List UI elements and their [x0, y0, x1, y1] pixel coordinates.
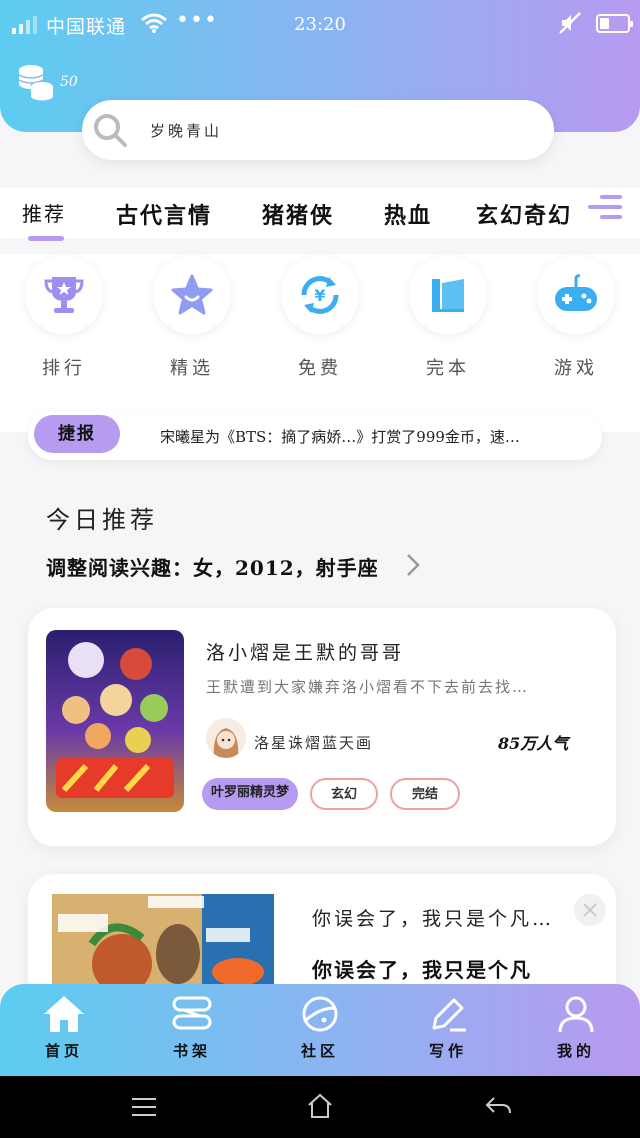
shortcut-label: 免费 — [298, 358, 342, 379]
shortcut-ranking[interactable]: 排行 — [24, 256, 104, 380]
svg-text:¥: ¥ — [314, 286, 325, 305]
battery-icon — [596, 14, 633, 33]
nav-profile[interactable]: 我的 — [536, 994, 616, 1061]
nav-bookshelf[interactable]: 书架 — [152, 994, 232, 1061]
book-description: 王默遭到大家嫌弃洛小熠看不下去前去找… — [206, 678, 530, 696]
home-icon — [44, 996, 84, 1032]
mute-icon — [559, 12, 581, 34]
category-tabs: 推荐 古代言情 猪猪侠 热血 玄幻奇幻 — [0, 188, 640, 241]
nav-label: 我的 — [556, 1042, 595, 1060]
clock: 23:20 — [294, 14, 346, 35]
bookshelf-icon — [172, 996, 212, 1030]
book-icon — [432, 279, 464, 312]
shortcut-label: 精选 — [170, 358, 214, 379]
tab-fantasy[interactable]: 玄幻奇幻 — [476, 198, 584, 230]
system-navigation-bar — [0, 1076, 640, 1138]
book-title: 洛小熠是王默的哥哥 — [206, 642, 405, 664]
category-menu-icon[interactable] — [588, 193, 622, 221]
search-placeholder: 岁晚青山 — [150, 122, 223, 140]
back-icon[interactable] — [484, 1095, 512, 1117]
shortcut-featured[interactable]: 精选 — [152, 256, 232, 380]
search-bar[interactable]: 岁晚青山 — [82, 100, 554, 160]
book-tag[interactable]: 完结 — [390, 778, 460, 810]
planet-icon — [302, 996, 338, 1032]
nav-label: 社区 — [300, 1042, 339, 1060]
nav-home[interactable]: 首页 — [24, 994, 104, 1061]
tab-recommend[interactable]: 推荐 — [22, 198, 66, 227]
shortcut-free[interactable]: ¥ 免费 — [280, 256, 360, 380]
pen-icon — [432, 998, 466, 1032]
active-tab-indicator — [28, 236, 64, 241]
shortcut-label: 游戏 — [554, 358, 598, 379]
popularity-count: 85万人气 — [498, 734, 569, 753]
close-icon[interactable] — [574, 894, 606, 926]
shortcut-label: 排行 — [42, 358, 86, 379]
chevron-right-icon[interactable] — [404, 552, 422, 578]
book-subtitle: 你误会了，我只是个凡 — [312, 958, 532, 982]
status-bar: 中国联通 ••• 23:20 — [0, 0, 640, 46]
ticker-message: 宋曦星为《BTS：摘了病娇…》打赏了999金币，速… — [160, 428, 520, 446]
nav-community[interactable]: 社区 — [280, 994, 360, 1061]
star-icon — [171, 274, 213, 315]
bottom-navigation: 首页 书架 社区 写作 我的 — [0, 984, 640, 1076]
book-cover-image — [46, 630, 184, 812]
gamepad-icon — [555, 274, 597, 311]
nav-write[interactable]: 写作 — [408, 994, 488, 1061]
reading-interest-link[interactable]: 调整阅读兴趣：女，2012，射手座 — [46, 552, 379, 581]
menu-icon[interactable] — [130, 1096, 158, 1118]
home-button-icon[interactable] — [306, 1093, 334, 1119]
shortcut-completed[interactable]: 完本 — [408, 256, 488, 380]
book-tag[interactable]: 叶罗丽精灵梦 — [202, 778, 298, 810]
coin-count: 50 — [60, 74, 78, 90]
shortcut-label: 完本 — [426, 358, 470, 379]
book-title: 你误会了，我只是个凡… — [312, 908, 555, 930]
book-card[interactable]: 洛小熠是王默的哥哥 王默遭到大家嫌弃洛小熠看不下去前去找… 洛星诛熠蓝天画 85… — [28, 608, 616, 846]
news-ticker[interactable]: 捷报 宋曦星为《BTS：摘了病娇…》打赏了999金币，速… — [28, 412, 602, 460]
author-avatar — [206, 718, 246, 758]
shortcut-games[interactable]: 游戏 — [536, 256, 616, 380]
app-root: 中国联通 ••• 23:20 50 岁晚青山 推荐 古代言情 猪猪侠 热血 玄幻… — [0, 0, 640, 1138]
coins-icon[interactable] — [16, 62, 56, 102]
tab-hot-blood[interactable]: 热血 — [384, 198, 432, 230]
search-icon — [94, 114, 127, 147]
tab-ancient-romance[interactable]: 古代言情 — [116, 198, 212, 230]
nav-label: 书架 — [172, 1042, 211, 1060]
ticker-badge: 捷报 — [34, 415, 120, 453]
nav-label: 写作 — [428, 1042, 467, 1060]
nav-label: 首页 — [44, 1042, 83, 1060]
yuan-refresh-icon: ¥ — [301, 276, 339, 314]
section-title: 今日推荐 — [46, 506, 158, 534]
shortcut-grid: 排行 精选 ¥ 免费 完本 游戏 — [0, 254, 640, 432]
book-tag[interactable]: 玄幻 — [310, 778, 378, 810]
author-name: 洛星诛熠蓝天画 — [254, 734, 374, 752]
trophy-icon — [44, 277, 84, 313]
tab-piggy-hero[interactable]: 猪猪侠 — [262, 198, 334, 230]
user-icon — [558, 996, 594, 1033]
